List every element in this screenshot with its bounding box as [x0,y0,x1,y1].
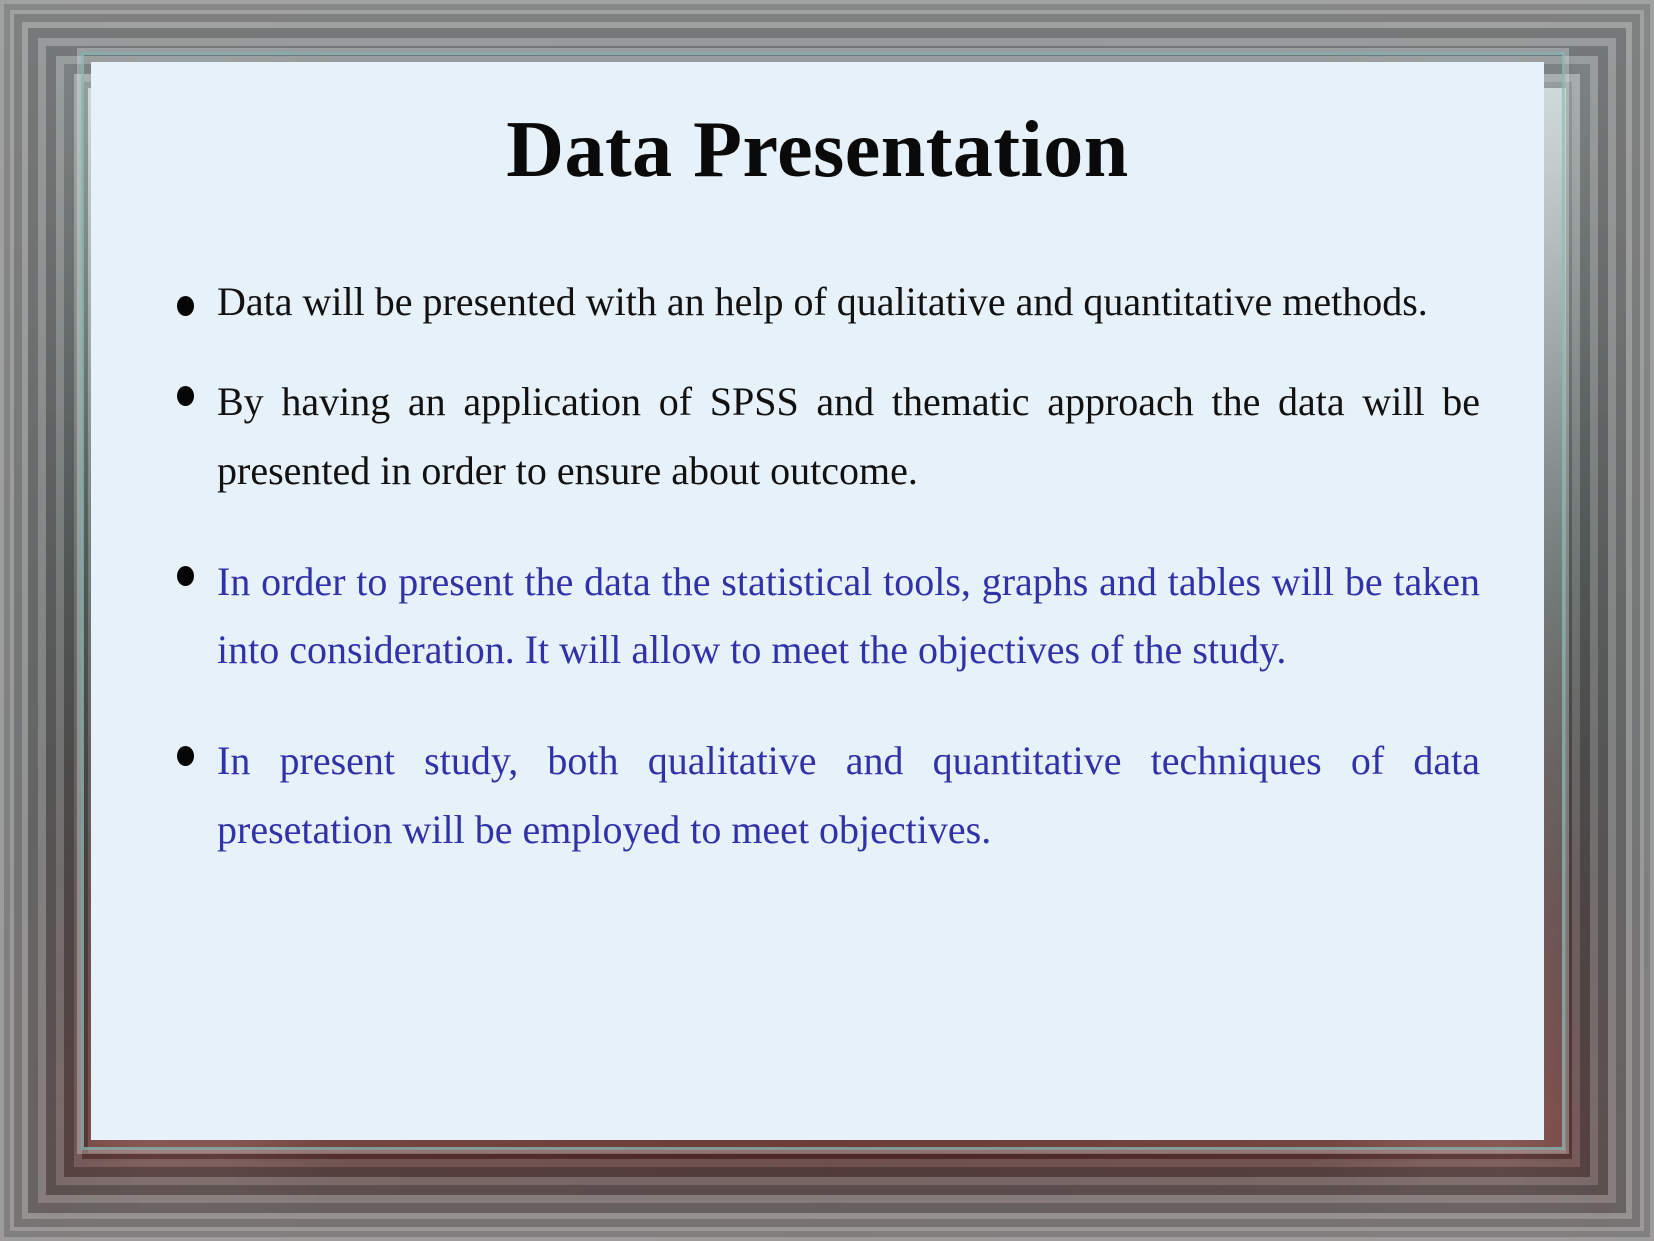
bullet-item: By having an application of SPSS and the… [155,368,1480,506]
slide-content-area: Data Presentation Data will be presented… [91,62,1544,1140]
bullet-item-text: By having an application of SPSS and the… [217,379,1480,493]
presentation-slide: Data Presentation Data will be presented… [0,0,1654,1241]
bullet-point-icon [177,745,194,766]
bullet-item: Data will be presented with an help of q… [155,278,1480,326]
bullet-item: In order to present the data the statist… [155,548,1480,686]
bullet-point-icon [177,565,194,586]
bullet-item: In present study, both qualitative and q… [155,727,1480,865]
bullet-point-icon [177,296,194,317]
bullet-point-icon [177,386,194,407]
bullet-item-text: In present study, both qualitative and q… [217,738,1480,852]
bullet-item-text: Data will be presented with an help of q… [217,279,1428,324]
bullet-list: Data will be presented with an help of q… [155,278,1480,865]
slide-title: Data Presentation [506,106,1129,194]
bullet-item-text: In order to present the data the statist… [217,558,1480,673]
